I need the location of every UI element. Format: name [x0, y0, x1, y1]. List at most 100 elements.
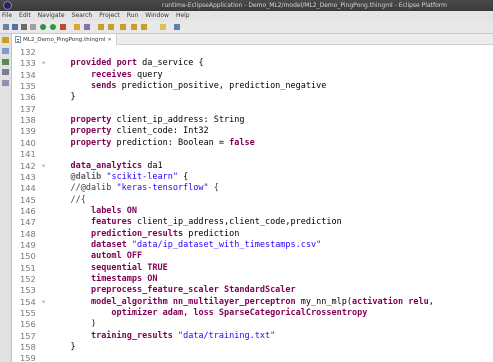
new-file-icon[interactable]: [3, 24, 9, 30]
menu-project[interactable]: Project: [99, 11, 120, 21]
external-tools-icon[interactable]: [60, 24, 66, 30]
code-line[interactable]: 139 property client_code: Int32: [12, 126, 493, 137]
token-kw: activation relu: [351, 296, 429, 307]
line-number: 145: [20, 194, 36, 205]
close-icon[interactable]: ✕: [107, 37, 111, 43]
package-explorer-icon[interactable]: [2, 37, 9, 43]
code-text: }: [50, 92, 75, 103]
code-line[interactable]: 148 prediction_results prediction: [12, 229, 493, 240]
token-kw: dataset: [90, 239, 127, 250]
token-str: "data/ip_dataset_with_timestamps.csv": [131, 239, 322, 250]
prev-annotation-icon[interactable]: [108, 24, 114, 30]
line-number: 150: [20, 251, 36, 262]
next-annotation-icon[interactable]: [98, 24, 104, 30]
menu-navigate[interactable]: Navigate: [38, 11, 65, 21]
menu-edit[interactable]: Edit: [19, 11, 31, 21]
code-area[interactable]: 132 133 ⊖ provided port da_service {134 re…: [12, 47, 493, 362]
code-editor[interactable]: ML2_Demo_PingPong.thingml ✕ 132 133 ⊖ prov…: [12, 34, 493, 362]
line-number: 136: [20, 92, 36, 103]
code-line[interactable]: 158 }: [12, 342, 493, 353]
code-line[interactable]: 133 ⊖ provided port da_service {: [12, 58, 493, 69]
save-icon[interactable]: [12, 24, 18, 30]
token: client_ip_address,client_code,prediction: [131, 217, 342, 228]
code-line[interactable]: 149 dataset "data/ip_dataset_with_timest…: [12, 240, 493, 251]
tasks-icon[interactable]: [2, 80, 9, 86]
code-line[interactable]: 138 property client_ip_address: String: [12, 115, 493, 126]
code-line[interactable]: 145 //{: [12, 195, 493, 206]
code-line[interactable]: 146 labels ON: [12, 206, 493, 217]
token-kw: training_results: [90, 330, 173, 341]
debug-icon[interactable]: [40, 24, 46, 30]
navigator-icon[interactable]: [2, 69, 9, 75]
forward-icon[interactable]: [141, 24, 147, 30]
code-line[interactable]: 132: [12, 47, 493, 58]
token: ,: [428, 296, 434, 307]
code-text: provided port da_service {: [50, 58, 204, 69]
code-line[interactable]: 142 ⊖ data_analytics da1: [12, 161, 493, 172]
line-number: 142: [20, 160, 36, 171]
code-line[interactable]: 159: [12, 353, 493, 362]
code-line[interactable]: 154 ⊖ model_algorithm nn_multilayer_perce…: [12, 297, 493, 308]
menu-run[interactable]: Run: [127, 11, 139, 21]
code-line[interactable]: 152 timestamps ON: [12, 274, 493, 285]
line-number: 152: [20, 274, 36, 284]
open-task-icon[interactable]: [84, 24, 90, 30]
code-line[interactable]: 151 sequential TRUE: [12, 263, 493, 274]
outline-icon[interactable]: [2, 48, 9, 54]
line-number: 159: [20, 353, 36, 362]
code-text: property prediction: Boolean = false: [50, 138, 254, 149]
menu-search[interactable]: Search: [72, 11, 93, 21]
code-line[interactable]: 136 }: [12, 92, 493, 103]
menu-window[interactable]: Window: [145, 11, 169, 21]
token: query: [131, 69, 163, 80]
line-number: 149: [20, 239, 36, 250]
code-line[interactable]: 140 property prediction: Boolean = false: [12, 138, 493, 149]
code-line[interactable]: 153 preprocess_feature_scaler StandardSc…: [12, 285, 493, 296]
code-line[interactable]: 144 //@dalib "keras-tensorflow" {: [12, 183, 493, 194]
editor-tab-label: ML2_Demo_PingPong.thingml: [23, 36, 106, 43]
token-kw: data_analytics: [70, 160, 143, 171]
line-number: 147: [20, 217, 36, 228]
fold-icon[interactable]: ⊖: [42, 58, 45, 69]
code-line[interactable]: 150 automl OFF: [12, 251, 493, 262]
code-line[interactable]: 157 training_results "data/training.txt": [12, 331, 493, 342]
fold-icon[interactable]: ⊖: [42, 161, 45, 172]
menubar: File Edit Navigate Search Project Run Wi…: [0, 11, 493, 21]
editor-tab[interactable]: ML2_Demo_PingPong.thingml ✕: [12, 34, 117, 45]
code-line[interactable]: 155 optimizer adam, loss SparseCategoric…: [12, 308, 493, 319]
print-icon[interactable]: [30, 24, 36, 30]
code-line[interactable]: 147 features client_ip_address,client_co…: [12, 217, 493, 228]
save-all-icon[interactable]: [21, 24, 27, 30]
token: da_service {: [137, 58, 204, 69]
code-line[interactable]: 134 receives query: [12, 70, 493, 81]
code-line[interactable]: 137: [12, 104, 493, 115]
back-icon[interactable]: [131, 24, 137, 30]
token: prediction_positive, prediction_negative: [116, 81, 327, 92]
token: ): [50, 319, 97, 330]
code-text: optimizer adam, loss SparseCategoricalCr…: [50, 308, 367, 319]
pin-editor-icon[interactable]: [160, 24, 166, 30]
token-kw: automl OFF: [90, 251, 143, 262]
code-line[interactable]: 143 @dalib "scikit-learn" {: [12, 172, 493, 183]
line-number: 134: [20, 69, 36, 80]
code-line[interactable]: 135 sends prediction_positive, predictio…: [12, 81, 493, 92]
token-kw: property: [70, 126, 112, 137]
project-explorer-icon[interactable]: [2, 59, 9, 65]
token-kw: optimizer adam: [111, 308, 184, 319]
fold-icon[interactable]: ⊖: [42, 297, 45, 308]
last-edit-icon[interactable]: [120, 24, 126, 30]
menu-help[interactable]: Help: [176, 11, 190, 21]
code-text: preprocess_feature_scaler StandardScaler: [50, 285, 296, 296]
run-icon[interactable]: [50, 24, 56, 30]
open-type-icon[interactable]: [74, 24, 80, 30]
token-kw: features: [90, 217, 132, 228]
menu-file[interactable]: File: [2, 11, 12, 21]
perspective-icon[interactable]: [174, 24, 180, 30]
code-line[interactable]: 141: [12, 149, 493, 160]
code-line[interactable]: 156 ): [12, 319, 493, 330]
